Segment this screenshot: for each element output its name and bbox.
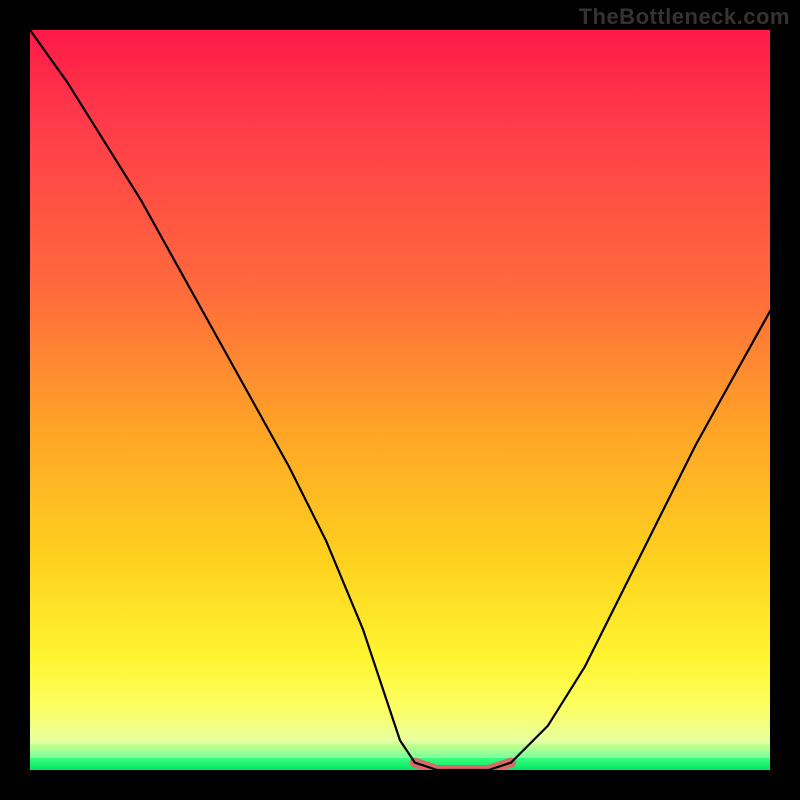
plot-area — [30, 30, 770, 770]
bottleneck-curve-path — [30, 30, 770, 770]
curve-svg — [30, 30, 770, 770]
watermark-text: TheBottleneck.com — [579, 4, 790, 30]
chart-frame: TheBottleneck.com — [0, 0, 800, 800]
